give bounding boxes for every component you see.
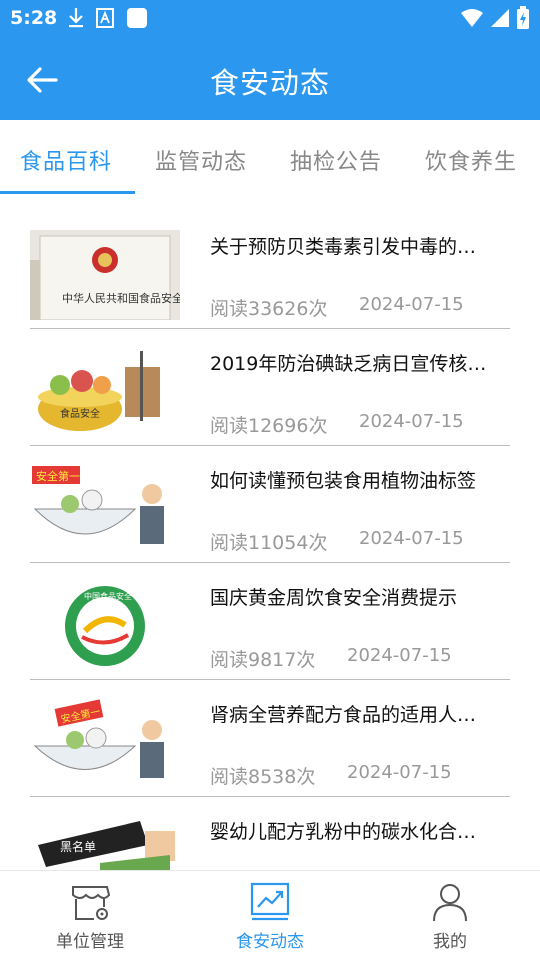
article-read-count: 阅读11054次 [210,532,328,554]
article-title: 如何读懂预包装食用植物油标签 [210,470,477,492]
article-title: 关于预防贝类毒素引发中毒的… [210,236,477,258]
tab-regulatory-news[interactable]: 监管动态 [155,144,247,176]
list-item[interactable]: 安全第一 如何读懂预包装食用植物油标签 阅读11054次 2024-07-15 [30,446,510,563]
article-date: 2024-07-15 [347,762,452,783]
list-item[interactable]: 食品安全 2019年防治碘缺乏病日宣传核… 阅读12696次 2024-07-1… [30,329,510,446]
article-date: 2024-07-15 [347,645,452,666]
article-title: 肾病全营养配方食品的适用人… [210,704,477,726]
app-header: 食安动态 [0,38,540,120]
wifi-icon [461,9,483,27]
tab-diet-health[interactable]: 饮食养生 [425,144,517,176]
nav-food-safety-news[interactable]: 食安动态 [190,881,350,952]
page-title: 食安动态 [209,66,330,100]
active-tab-indicator [0,191,135,194]
article-date: 2024-07-15 [359,528,464,549]
nav-label: 食安动态 [236,932,304,952]
article-thumbnail: 安全第一 [30,464,180,554]
article-date: 2024-07-15 [359,294,464,315]
article-read-count: 阅读12696次 [210,415,328,437]
list-item[interactable]: 安全第一 肾病全营养配方食品的适用人… 阅读8538次 2024-07-15 [30,680,510,797]
trend-chart-icon [250,882,290,921]
article-thumbnail: 安全第一 [30,698,180,788]
thumb-caption: 中华人民共和国食品安全法 [62,291,180,305]
tab-inspection-notices[interactable]: 抽检公告 [290,144,382,176]
font-a-icon [96,8,114,28]
article-read-count: 阅读9817次 [210,649,316,671]
category-tabs: 食品百科 监管动态 抽检公告 饮食养生 [0,120,540,196]
person-icon [433,884,467,922]
article-date: 2024-07-15 [359,411,464,432]
article-title: 2019年防治碘缺乏病日宣传核… [210,353,487,375]
list-item[interactable]: 中国食品安全 国庆黄金周饮食安全消费提示 阅读9817次 2024-07-15 [30,563,510,680]
tab-food-encyclopedia[interactable]: 食品百科 [20,144,112,176]
signal-icon [491,9,509,27]
article-title: 国庆黄金周饮食安全消费提示 [210,587,458,609]
thumb-caption: 食品安全 [60,407,100,420]
article-read-count: 阅读33626次 [210,298,328,320]
battery-charging-icon [517,6,529,29]
nav-mine[interactable]: 我的 [370,881,530,952]
store-settings-icon [72,886,111,920]
list-item[interactable]: 中华人民共和国食品安全法 关于预防贝类毒素引发中毒的… 阅读33626次 202… [30,212,510,329]
app-square-icon [127,8,147,28]
download-icon [69,8,83,28]
article-read-count: 阅读8538次 [210,766,316,788]
article-thumbnail: 黑名单 [30,815,180,870]
article-thumbnail: 中华人民共和国食品安全法 [30,230,180,320]
bottom-navigation: 单位管理 食安动态 我的 [0,870,540,960]
thumb-caption: 安全第一 [36,469,80,483]
article-thumbnail: 中国食品安全 [30,581,180,671]
status-time: 5:28 [10,7,58,29]
article-title: 婴幼儿配方乳粉中的碳水化合… [210,821,477,843]
article-thumbnail: 食品安全 [30,347,180,437]
thumb-caption: 中国食品安全 [84,591,132,601]
thumb-caption: 黑名单 [60,839,96,854]
nav-label: 单位管理 [56,932,124,952]
nav-label: 我的 [433,932,467,952]
status-bar: 5:28 [0,0,540,38]
nav-unit-management[interactable]: 单位管理 [10,881,170,952]
